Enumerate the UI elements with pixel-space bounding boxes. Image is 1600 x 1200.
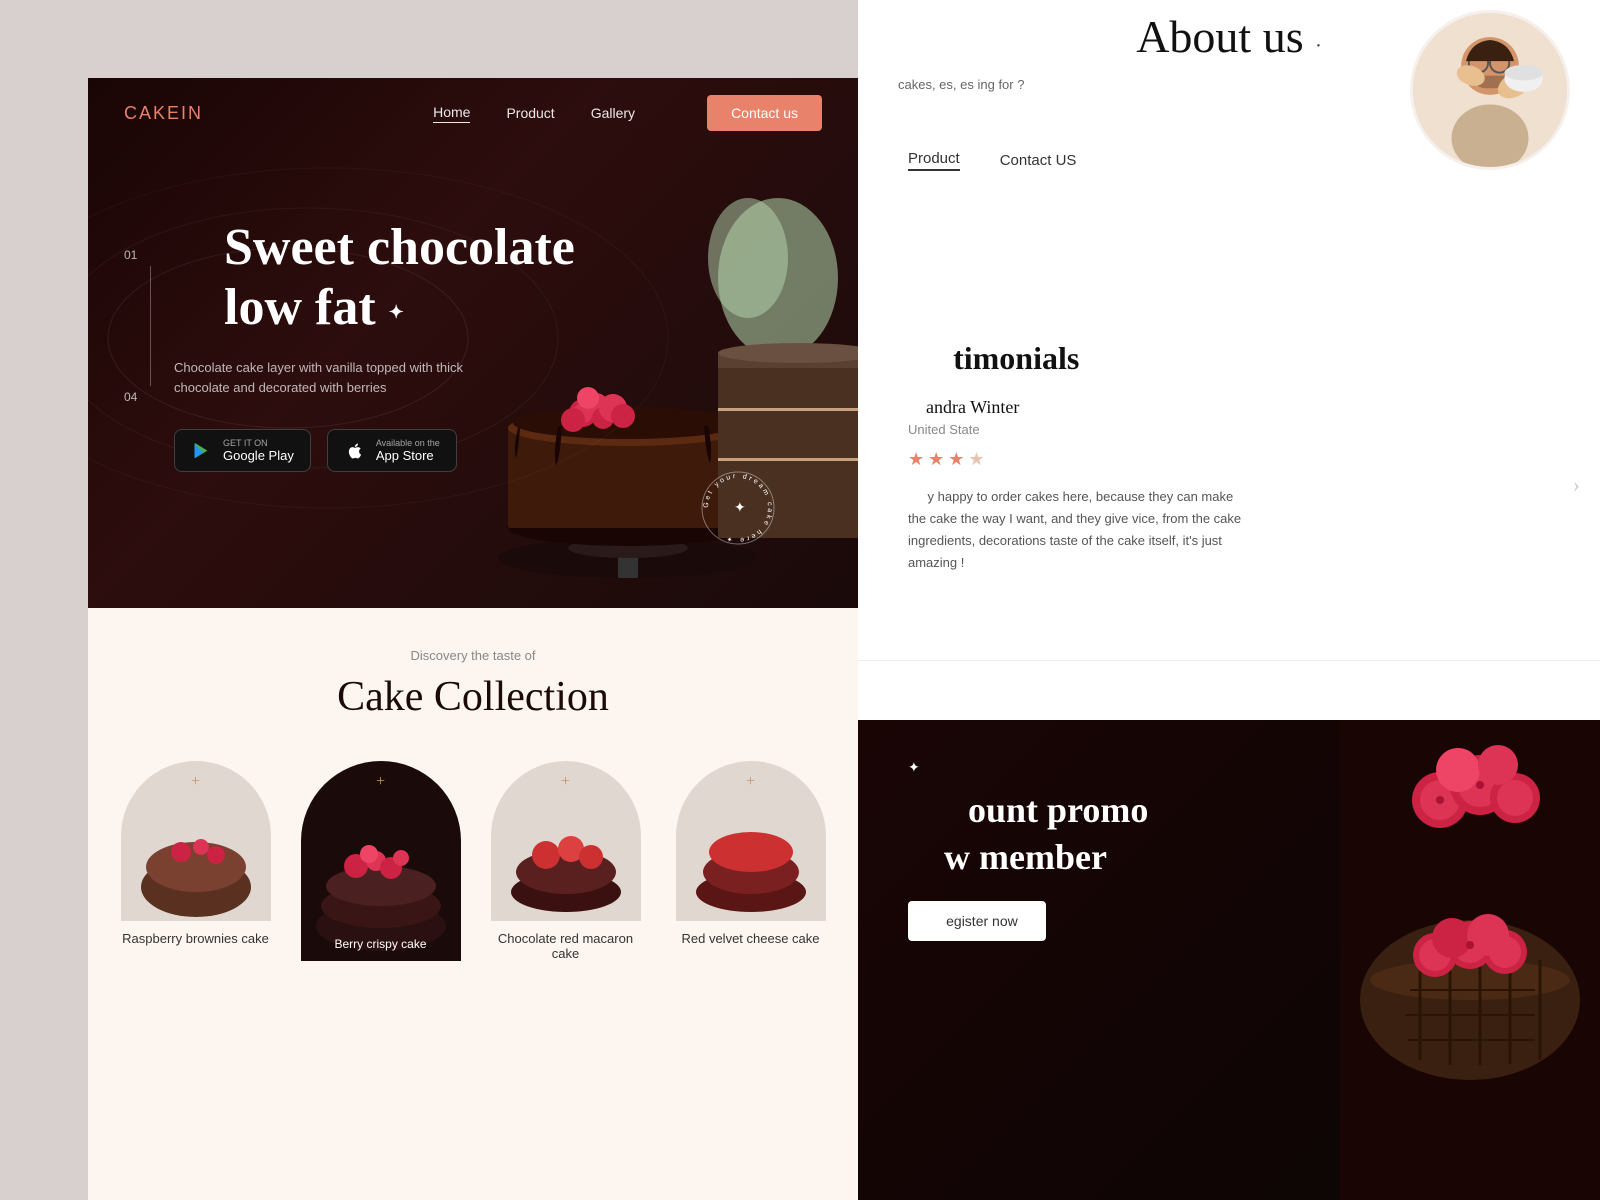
- star-3: ★: [948, 449, 964, 470]
- cake-card-2[interactable]: + Berry crispy cake: [298, 761, 463, 961]
- main-site: CAKEIN Home Product Gallery Contact us 0…: [88, 78, 858, 1200]
- nav-home[interactable]: Home: [433, 104, 470, 123]
- slide-number-end: 04: [124, 390, 137, 404]
- reviewer-name: Alandra Winter: [908, 397, 1550, 418]
- google-play-text: GET IT ON Google Play: [223, 438, 294, 463]
- cake-card-3[interactable]: + Chocolate red macaron cake: [483, 761, 648, 961]
- collection-title: Cake Collection: [337, 673, 609, 721]
- hero-title-block: Sweet chocolate low fat ✦: [174, 218, 858, 338]
- nav-product[interactable]: Product: [506, 105, 554, 121]
- divider: [858, 660, 1600, 661]
- testimonials-title: Testimonials: [908, 340, 1550, 377]
- cake-card-img-2: + Berry crispy cake: [301, 761, 461, 961]
- navbar: CAKEIN Home Product Gallery Contact us: [88, 78, 858, 148]
- hero-title: Sweet chocolate low fat ✦: [224, 218, 858, 338]
- cake-card-img-1: +: [121, 761, 271, 921]
- google-play-icon: [191, 440, 213, 462]
- promo-content: ✦ discount promo new member Register now: [858, 720, 1600, 981]
- cake-card-name-3: Chocolate red macaron cake: [483, 931, 648, 961]
- cake-card-img-4: +: [676, 761, 826, 921]
- app-buttons: GET IT ON Google Play Available on the A…: [174, 429, 858, 472]
- logo-text-part2: IN: [181, 103, 203, 123]
- slide-number-start: 01: [124, 248, 137, 262]
- app-store-text: Available on the App Store: [376, 438, 440, 463]
- contact-button[interactable]: Contact us: [707, 95, 822, 131]
- promo-star: ✦: [908, 760, 1550, 777]
- about-section: About us · cakes, es, es ing for ? Produ…: [858, 0, 1600, 290]
- logo-text-part1: CAKE: [124, 103, 181, 123]
- promo-section: ✦ discount promo new member Register now: [858, 720, 1600, 1200]
- svg-text:✦: ✦: [734, 499, 746, 515]
- cake-card-4[interactable]: + Red velvet cheese cake: [668, 761, 833, 961]
- about-title: About us ·: [1136, 10, 1322, 63]
- logo: CAKEIN: [124, 103, 203, 124]
- hero-description: Chocolate cake layer with vanilla topped…: [174, 358, 474, 400]
- cake-card-name-1: Raspberry brownies cake: [122, 931, 269, 946]
- cake-card-1[interactable]: + Raspberry brownies cake: [113, 761, 278, 961]
- hero-content: 01 04 Sweet chocolate low fat ✦ Chocolat…: [124, 158, 858, 472]
- star-1: ★: [908, 449, 924, 470]
- testimonials-section: Testimonials Alandra Winter United State…: [858, 310, 1600, 660]
- google-play-label-large: Google Play: [223, 448, 294, 463]
- star-decoration: ✦: [389, 302, 404, 323]
- slide-line: [150, 266, 151, 386]
- app-store-label-large: App Store: [376, 448, 440, 463]
- secondary-nav: Product Contact US: [908, 150, 1076, 171]
- hero-title-line1: Sweet chocolate: [224, 219, 575, 276]
- collection-subtitle: Discovery the taste of: [411, 648, 536, 663]
- circular-badge: Get your dream cake here ✦ ✦: [698, 468, 778, 548]
- reviewer-country: United State: [908, 422, 1550, 437]
- app-store-button[interactable]: Available on the App Store: [327, 429, 457, 472]
- apple-icon: [344, 440, 366, 462]
- app-store-label-small: Available on the: [376, 438, 440, 448]
- promo-title: discount promo new member: [908, 787, 1550, 881]
- hero-title-line2: low fat: [224, 279, 376, 336]
- star-rating: ★ ★ ★ ★: [908, 449, 1550, 470]
- cake-card-name-4: Red velvet cheese cake: [681, 931, 819, 946]
- next-review-arrow[interactable]: ›: [1573, 472, 1580, 498]
- cake-cards-container: + Raspberry brownies cake +: [88, 761, 858, 961]
- star-half: ★: [968, 449, 984, 470]
- collection-section: Discovery the taste of Cake Collection +…: [88, 608, 858, 1200]
- nav-links: Home Product Gallery Contact us: [433, 95, 822, 131]
- avatar-circle: [1410, 10, 1570, 170]
- star-2: ★: [928, 449, 944, 470]
- google-play-label-small: GET IT ON: [223, 438, 294, 448]
- review-text: Very happy to order cakes here, because …: [908, 486, 1248, 574]
- right-panel: About us · cakes, es, es ing for ? Produ…: [858, 0, 1600, 1200]
- nav-gallery[interactable]: Gallery: [591, 105, 635, 121]
- nav-product-right[interactable]: Product: [908, 150, 960, 171]
- nav-contact-right[interactable]: Contact US: [1000, 152, 1077, 169]
- avatar-person: [1413, 13, 1567, 167]
- cake-card-label-2: Berry crispy cake: [301, 927, 461, 961]
- google-play-button[interactable]: GET IT ON Google Play: [174, 429, 311, 472]
- cake-card-img-3: +: [491, 761, 641, 921]
- promo-register-button[interactable]: Register now: [908, 901, 1046, 941]
